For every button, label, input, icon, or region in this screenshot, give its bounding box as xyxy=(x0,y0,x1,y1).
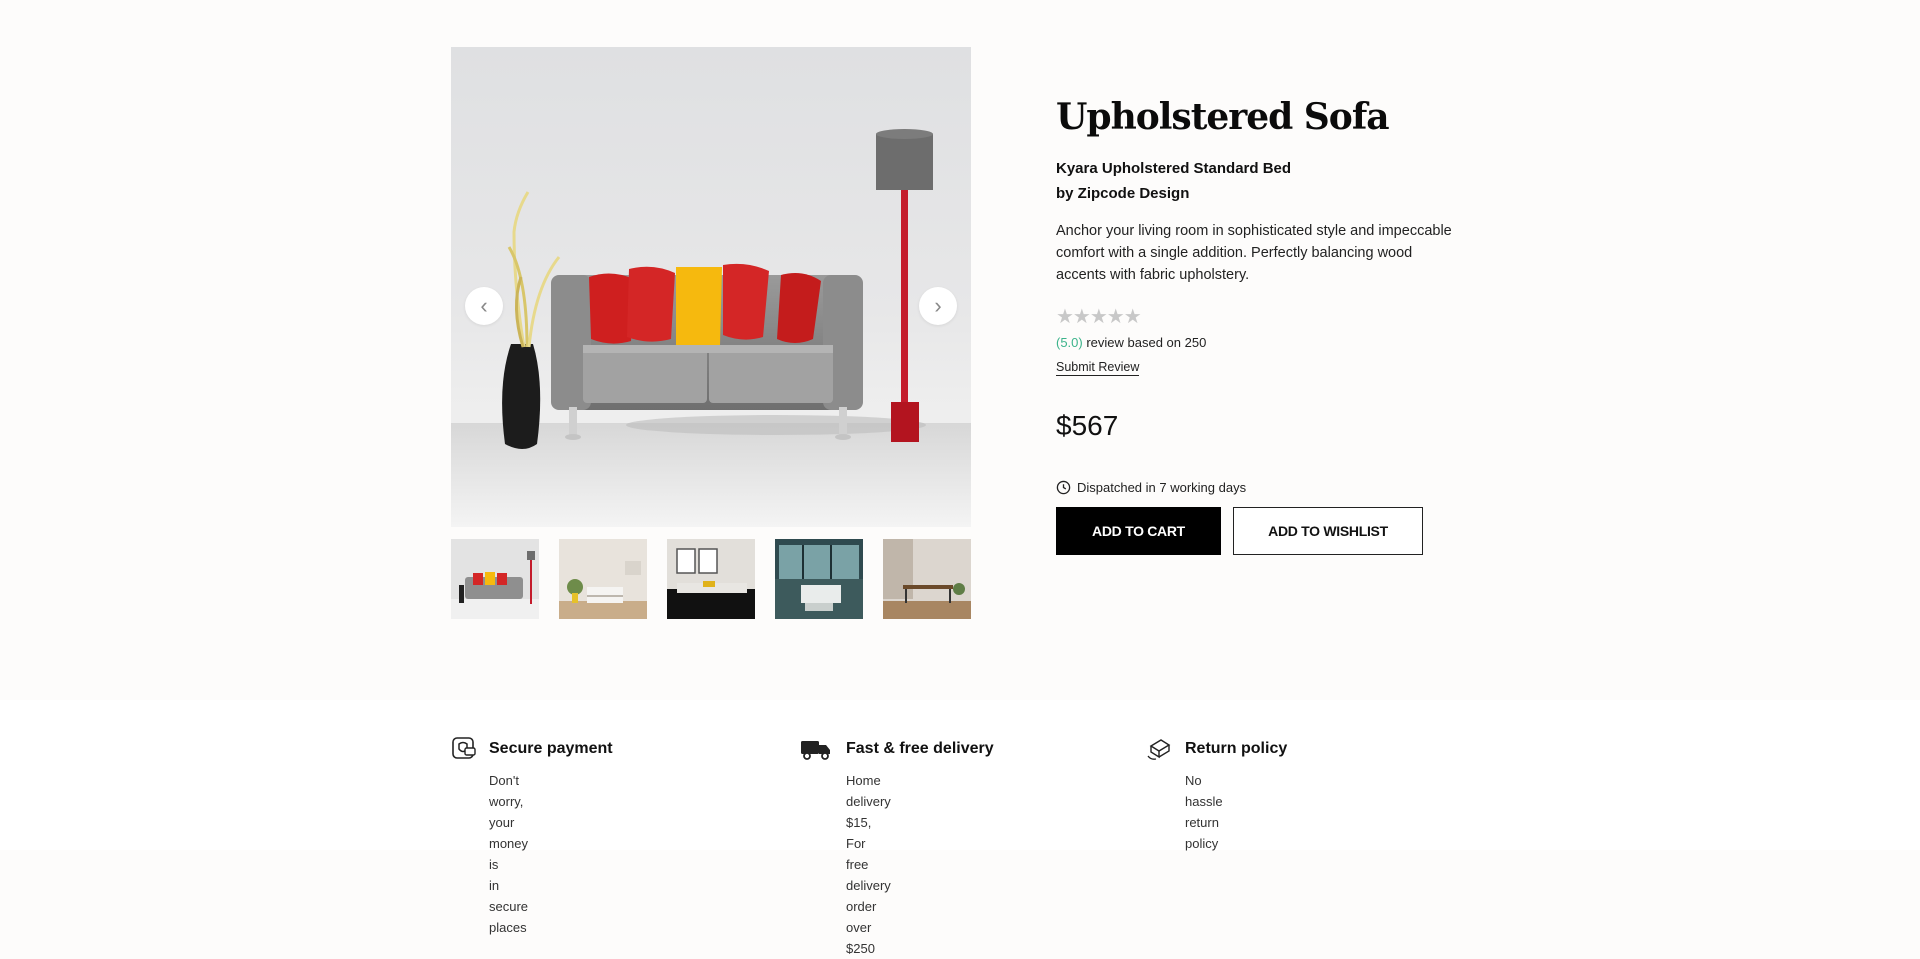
thumbnail-5[interactable] xyxy=(883,539,971,619)
clock-icon xyxy=(1056,480,1071,495)
product-subtitle: Kyara Upholstered Standard Bed by Zipcod… xyxy=(1056,156,1476,206)
feature-title: Return policy xyxy=(1185,740,1288,757)
chevron-left-icon: ‹ xyxy=(480,293,488,318)
feature-text-line: delivery order over $250 xyxy=(846,878,891,956)
product-subtitle-line1: Kyara Upholstered Standard Bed xyxy=(1056,160,1292,177)
thumbnail-2[interactable] xyxy=(559,539,647,619)
feature-title: Secure payment xyxy=(489,740,613,757)
thumbnail-3[interactable] xyxy=(667,539,755,619)
submit-review-link[interactable]: Submit Review xyxy=(1056,360,1140,376)
feature-text-line: Home delivery $15, For free xyxy=(846,773,891,872)
add-to-wishlist-button[interactable]: ADD TO WISHLIST xyxy=(1233,507,1423,555)
product-subtitle-line2: by Zipcode Design xyxy=(1056,185,1190,202)
feature-text: Don't worry, your money is in secure pla… xyxy=(489,770,528,938)
dispatch-text: Dispatched in 7 working days xyxy=(1077,480,1247,495)
main-product-image: ‹ › xyxy=(451,47,971,527)
feature-text: Home delivery $15, For free delivery ord… xyxy=(846,770,891,959)
thumbnail-1[interactable] xyxy=(451,539,539,619)
product-title: Upholstered Sofa xyxy=(1056,96,1390,138)
action-buttons: ADD TO CART ADD TO WISHLIST xyxy=(1056,507,1476,555)
rating-stars: ★★★★★ xyxy=(1056,306,1142,328)
feature-title: Fast & free delivery xyxy=(846,740,994,757)
sofa-scene-illustration xyxy=(451,129,971,527)
dispatch-info: Dispatched in 7 working days xyxy=(1056,480,1476,495)
thumbnail-4[interactable] xyxy=(775,539,863,619)
rating-text: review based on 250 xyxy=(1082,335,1207,350)
features-bar: Secure payment Don't worry, your money i… xyxy=(0,700,1920,956)
gallery-prev-button[interactable]: ‹ xyxy=(465,287,503,325)
feature-text: No hassle return policy xyxy=(1185,770,1223,854)
add-to-cart-button[interactable]: ADD TO CART xyxy=(1056,507,1221,555)
gallery-next-button[interactable]: › xyxy=(919,287,957,325)
return-policy-icon xyxy=(1147,739,1171,760)
feature-text-line: Don't worry, your money is xyxy=(489,773,529,872)
thumbnail-strip xyxy=(451,539,971,619)
product-details: Upholstered Sofa Kyara Upholstered Stand… xyxy=(1056,96,1476,555)
delivery-truck-icon xyxy=(801,741,830,760)
product-description: Anchor your living room in sophisticated… xyxy=(1056,223,1452,283)
secure-payment-icon xyxy=(452,737,476,759)
product-gallery: ‹ › xyxy=(451,47,971,619)
product-price: $567 xyxy=(1056,410,1119,441)
chevron-right-icon: › xyxy=(934,293,942,318)
feature-text-line: in secure places xyxy=(489,878,529,935)
rating-score: (5.0) xyxy=(1056,335,1083,350)
feature-text-line: No hassle return policy xyxy=(1185,773,1223,851)
rating-summary: (5.0) review based on 250 xyxy=(1056,335,1476,350)
